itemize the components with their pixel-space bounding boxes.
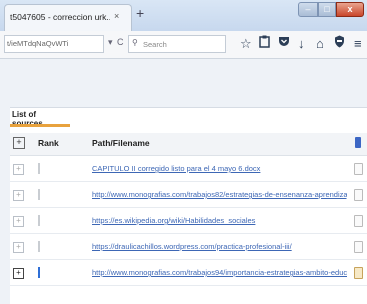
source-path-link[interactable]: CAPITULO II corregido listo para el 4 ma… — [92, 164, 347, 173]
search-placeholder: Search — [143, 40, 167, 49]
rank-column-header[interactable]: Rank — [38, 138, 59, 148]
download-icon[interactable]: ↓ — [298, 35, 305, 53]
shield-icon[interactable] — [334, 35, 345, 53]
rank-bar — [38, 215, 40, 226]
clipboard-icon[interactable] — [259, 35, 270, 53]
table-row[interactable]: + http://www.monografias.com/trabajos82/… — [10, 183, 367, 208]
tab-close-icon[interactable]: × — [114, 11, 119, 21]
maximize-button[interactable]: □ — [318, 2, 336, 17]
row-checkbox[interactable] — [354, 163, 363, 175]
star-icon[interactable]: ☆ — [240, 35, 252, 53]
table-row[interactable]: + http://www.monografias.com/trabajos94/… — [10, 261, 367, 286]
table-header: + Rank Path/Filename — [10, 133, 367, 156]
row-checkbox[interactable] — [354, 215, 363, 227]
new-tab-button[interactable]: + — [136, 5, 144, 21]
rank-bar — [38, 189, 40, 200]
row-expand-icon[interactable]: + — [13, 242, 24, 253]
address-bar[interactable]: t/ieMTdqNaQvWTi — [4, 35, 104, 53]
row-checkbox[interactable] — [354, 189, 363, 201]
pocket-icon[interactable] — [278, 35, 290, 53]
rank-bar — [38, 241, 40, 252]
search-icon: ⚲ — [132, 38, 138, 47]
tab-title: t5047605 - correccion urk... — [10, 12, 110, 22]
menu-icon[interactable]: ≡ — [354, 35, 362, 53]
table-row[interactable]: + https://draulicachillos.wordpress.com/… — [10, 235, 367, 260]
url-dropdown-icon[interactable]: ▾ — [108, 37, 113, 48]
source-path-link[interactable]: http://www.monografias.com/trabajos82/es… — [92, 190, 347, 199]
reload-button[interactable]: C — [117, 37, 124, 47]
active-tab-indicator — [10, 124, 70, 127]
row-expand-icon[interactable]: + — [13, 164, 24, 175]
table-row[interactable]: + https://es.wikipedia.org/wiki/Habilida… — [10, 209, 367, 234]
expand-all-button[interactable]: + — [13, 137, 25, 149]
close-window-button[interactable]: x — [336, 2, 364, 17]
table-row[interactable]: + CAPITULO II corregido listo para el 4 … — [10, 157, 367, 182]
source-path-link[interactable]: https://draulicachillos.wordpress.com/pr… — [92, 242, 347, 251]
browser-tab[interactable]: t5047605 - correccion urk... × — [4, 4, 132, 31]
source-path-link[interactable]: https://es.wikipedia.org/wiki/Habilidade… — [92, 216, 347, 225]
navigation-toolbar: t/ieMTdqNaQvWTi ▾ C ⚲ Search ☆ ↓ ⌂ ≡ — [0, 31, 367, 59]
row-expand-icon[interactable]: + — [13, 268, 24, 279]
row-expand-icon[interactable]: + — [13, 216, 24, 227]
search-input[interactable]: ⚲ Search — [128, 35, 226, 53]
source-path-link[interactable]: http://www.monografias.com/trabajos94/im… — [92, 268, 347, 277]
path-column-header[interactable]: Path/Filename — [92, 138, 150, 148]
window-controls: – □ x — [298, 2, 364, 18]
browser-tab-bar: t5047605 - correccion urk... × + – □ x — [0, 0, 367, 31]
row-checkbox[interactable] — [354, 241, 363, 253]
home-icon[interactable]: ⌂ — [316, 35, 324, 53]
row-expand-icon[interactable]: + — [13, 190, 24, 201]
rank-bar — [38, 163, 40, 174]
row-checkbox[interactable] — [354, 267, 363, 279]
rank-bar — [38, 267, 40, 278]
minimize-button[interactable]: – — [298, 2, 318, 17]
column-options-icon[interactable] — [355, 137, 361, 148]
